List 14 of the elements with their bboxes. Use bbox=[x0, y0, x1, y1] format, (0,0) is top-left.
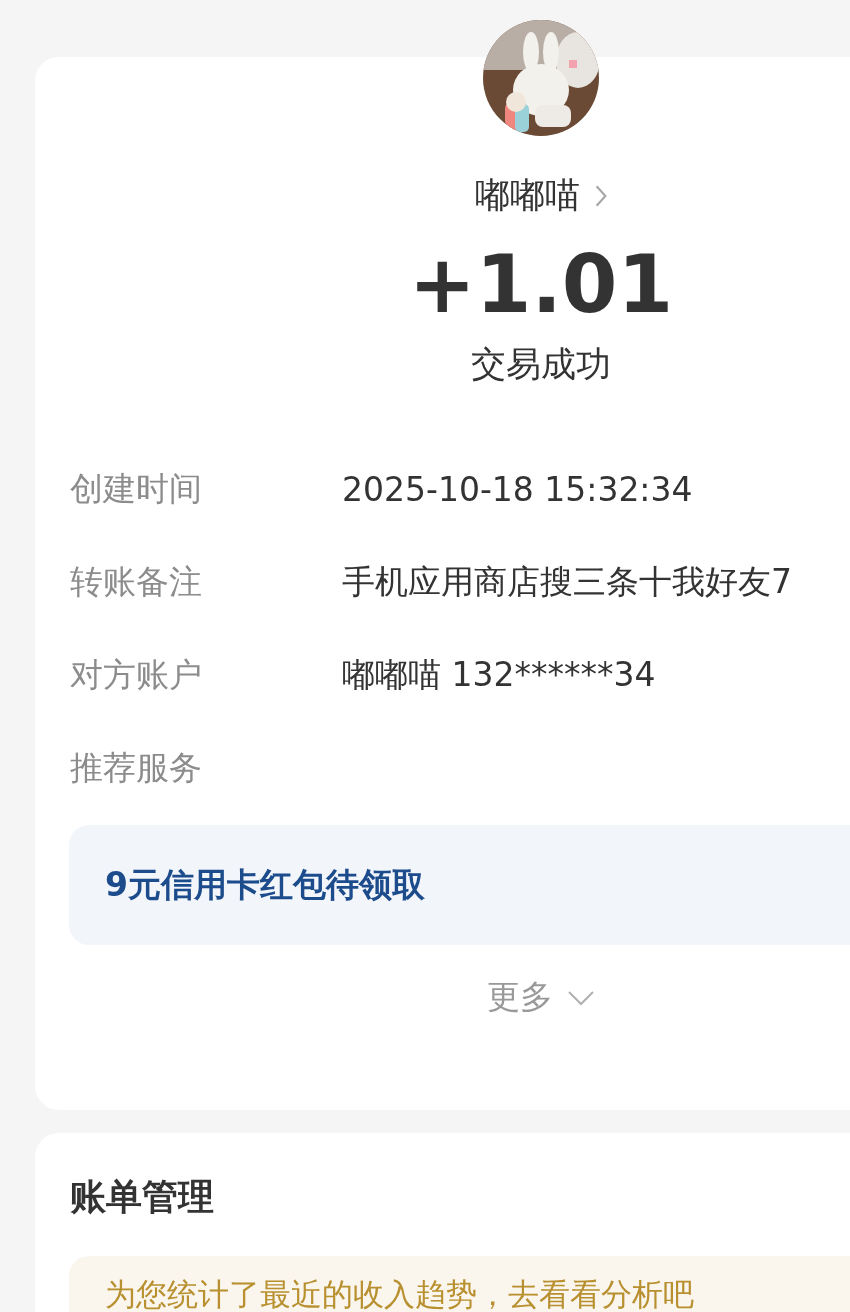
detail-value: 手机应用商店搜三条十我好友7 bbox=[342, 561, 792, 603]
chevron-down-icon bbox=[567, 989, 595, 1006]
detail-label: 对方账户 bbox=[70, 654, 203, 696]
status-text: 交易成功 bbox=[470, 343, 612, 386]
detail-value: 嘟嘟喵 132******34 bbox=[342, 654, 656, 696]
detail-label: 转账备注 bbox=[70, 561, 203, 603]
detail-label: 创建时间 bbox=[70, 468, 203, 510]
recommendation-banner[interactable]: 9元信用卡红包待领取 bbox=[69, 825, 850, 945]
payee-link[interactable]: 嘟嘟喵 bbox=[474, 172, 608, 219]
amount: +1.01 bbox=[407, 241, 675, 329]
section-title: 账单管理 bbox=[69, 1175, 215, 1219]
chevron-right-icon bbox=[593, 183, 608, 208]
detail-value: 2025-10-18 15:32:34 bbox=[342, 470, 693, 509]
detail-label: 推荐服务 bbox=[70, 747, 203, 789]
